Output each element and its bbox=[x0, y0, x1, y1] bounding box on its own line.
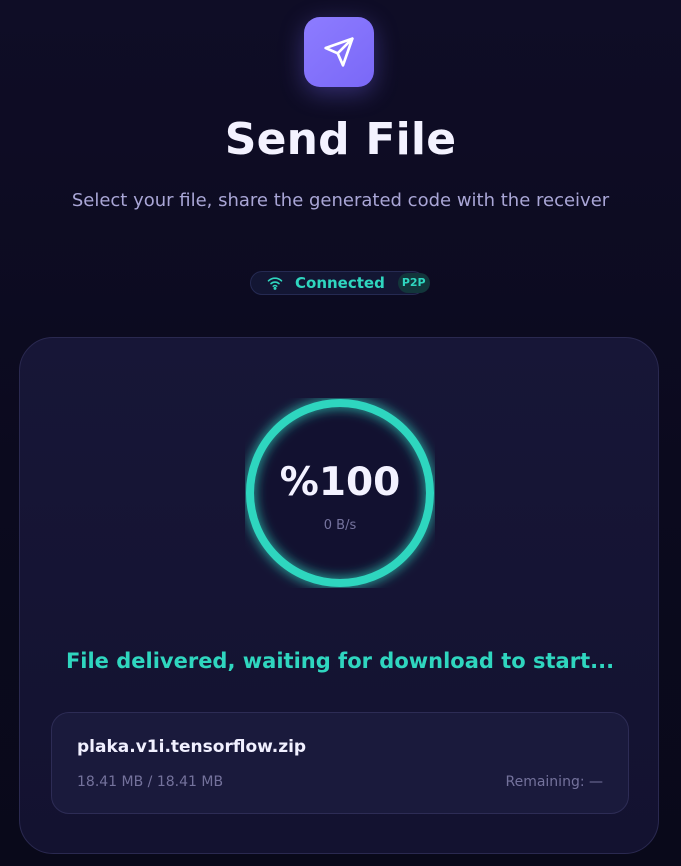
status-message: File delivered, waiting for download to … bbox=[65, 649, 615, 673]
page-subtitle: Select your file, share the generated co… bbox=[71, 190, 610, 211]
page-title: Send File bbox=[224, 114, 457, 165]
file-size: 18.41 MB / 18.41 MB bbox=[77, 774, 224, 790]
file-name: plaka.v1i.tensorflow.zip bbox=[77, 737, 307, 757]
status-label: Connected bbox=[295, 274, 385, 292]
progress-percent: %100 bbox=[279, 460, 401, 505]
p2p-badge: P2P bbox=[397, 273, 430, 293]
send-file-page: Send File Select your file, share the ge… bbox=[0, 0, 681, 866]
app-logo bbox=[304, 17, 374, 87]
wifi-icon bbox=[267, 276, 283, 290]
transfer-speed: 0 B/s bbox=[323, 518, 357, 533]
progress-ring: %100 0 B/s bbox=[245, 398, 435, 588]
connection-status-badge: Connected P2P bbox=[250, 271, 430, 295]
paper-plane-icon bbox=[324, 37, 354, 67]
transfer-card: %100 0 B/s File delivered, waiting for d… bbox=[19, 337, 659, 854]
time-remaining: Remaining: — bbox=[505, 774, 603, 790]
file-info-card: plaka.v1i.tensorflow.zip 18.41 MB / 18.4… bbox=[51, 712, 629, 814]
